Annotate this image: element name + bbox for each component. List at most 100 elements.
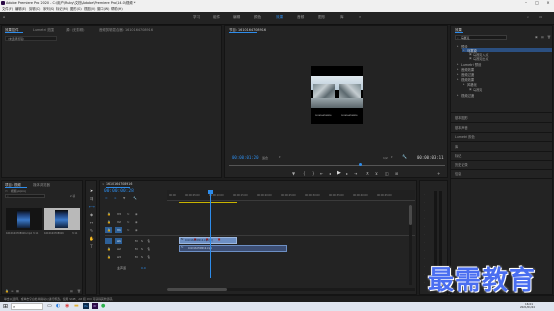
section-essential-sound[interactable]: 基本声音 [455,125,468,130]
source-patch-a1[interactable] [105,238,112,244]
section-history[interactable]: 历史记录 [455,162,468,167]
project-clip-name[interactable]: 1610164708916.mp4 [6,232,32,235]
section-lumetri-color[interactable]: Lumetri 颜色 [455,134,475,139]
track-label[interactable]: A1 [117,239,121,243]
tab-lumetri-scopes[interactable]: Lumetri 范围 [33,27,54,32]
mute-button[interactable]: M [135,255,138,259]
track-label[interactable]: A2 [117,247,121,251]
effects-search-input[interactable]: 马赛克 [461,36,469,40]
solo-button[interactable]: S [141,247,143,251]
timeline-sequence-title[interactable]: 1610164708916 [106,182,132,186]
solo-button[interactable]: S [141,239,143,243]
lock-icon[interactable]: 🔒 [107,247,111,251]
tab-audio-clip-mixer[interactable]: 音频剪辑混合器: 1610164708916 [99,27,153,32]
lock-icon[interactable]: 🔒 [5,289,9,293]
vertical-scrollbar[interactable] [409,205,412,285]
master-volume-value[interactable]: 0.0 [141,266,146,270]
track-label[interactable]: A3 [117,255,121,259]
delete-icon[interactable]: 🗑 [77,289,81,293]
effects-mosaic[interactable]: 马赛克 [469,87,482,92]
playhead-handle[interactable] [208,190,213,194]
delete-icon[interactable]: 🗑 [547,35,551,39]
project-sequence-name[interactable]: 1610164708916 [44,232,64,235]
workspace-editing[interactable]: 编辑 [233,15,240,20]
lock-icon[interactable]: 🔒 [107,228,111,232]
hand-tool-icon[interactable]: ✋ [89,236,94,241]
file-explorer-icon[interactable]: ▬ [74,302,79,311]
add-marker-icon[interactable]: ▼ [123,196,125,200]
eye-icon[interactable]: ◉ [135,220,138,224]
track-label[interactable]: V2 [117,220,121,224]
workspace-learning[interactable]: 学习 [193,15,200,20]
fit-dropdown[interactable]: 适合 [262,156,268,160]
track-label[interactable]: V1 [117,228,121,232]
selection-tool-icon[interactable]: ➤ [89,188,94,193]
pen-tool-icon[interactable]: ✎ [89,228,94,233]
effects-search-box[interactable]: ⌕ 马赛克 [455,35,507,40]
tab-media-browser[interactable]: 媒体浏览器 [33,182,50,187]
horizontal-scrollbar[interactable] [167,288,415,291]
eye-icon[interactable]: ◉ [135,228,138,232]
slip-tool-icon[interactable]: ↔ [89,220,94,225]
workspace-menu-icon[interactable]: » [359,15,361,19]
premiere-pro-icon[interactable]: Pr [92,303,98,309]
project-search-box[interactable]: ⌕ [5,194,45,198]
type-tool-icon[interactable]: T [89,244,94,249]
new-item-icon[interactable]: ▤ [541,35,544,39]
scrollbar-thumb[interactable] [167,288,227,291]
section-essential-graphics[interactable]: 基本图形 [455,115,468,120]
section-markers[interactable]: 标记 [455,153,461,158]
workspace-audio[interactable]: 音频 [297,15,304,20]
comparison-view-icon[interactable]: ⊞ [395,171,398,176]
chrome-icon[interactable]: ◉ [65,302,69,311]
playhead-marker[interactable] [359,163,362,166]
taskbar-search-box[interactable]: ⌕ [11,303,43,310]
notification-icon[interactable]: ▭ [539,15,542,19]
edge-icon[interactable]: ◐ [56,302,60,311]
photoshop-icon[interactable]: Ps [83,303,89,309]
playback-scrubber[interactable] [229,165,445,166]
play-icon[interactable]: ▶ [337,170,341,176]
razor-tool-icon[interactable]: ◆ [89,212,94,217]
new-bin-icon[interactable]: ▣ [535,35,538,39]
mark-out-icon[interactable]: } [312,171,315,176]
program-timecode[interactable]: 00:00:01:20 [232,155,259,160]
mute-button[interactable]: M [135,239,138,243]
extract-icon[interactable]: ⊻ [375,171,378,176]
settings-icon[interactable]: 🔧 [133,196,137,200]
quality-dropdown[interactable]: 1/2 [383,156,388,160]
sync-lock-icon[interactable]: ⇋ [127,220,130,224]
go-to-out-icon[interactable]: ⇥ [354,171,357,176]
chevron-down-icon[interactable]: ▾ [279,155,281,159]
scrollbar-thumb[interactable] [409,205,412,225]
settings-icon[interactable]: 🔧 [402,154,407,159]
snap-icon[interactable]: ⊃ [105,196,108,200]
track-label[interactable]: V3 [117,212,121,216]
sync-lock-icon[interactable]: ⇋ [127,212,130,216]
mark-in-icon[interactable]: { [303,171,306,176]
new-item-icon[interactable]: ▤ [70,289,73,293]
export-frame-icon[interactable]: ◫ [385,171,389,176]
linked-selection-icon[interactable]: ∞ [114,196,117,200]
audio-clip[interactable]: fx 1610164708916.mp4 [179,245,287,252]
list-view-icon[interactable]: ≡ [11,289,14,293]
ripple-edit-tool-icon[interactable]: ⟷ [89,204,95,209]
eye-icon[interactable]: ◉ [135,212,138,216]
lift-icon[interactable]: ⊼ [366,171,369,176]
workspace-graphics[interactable]: 图形 [318,15,325,20]
mute-button[interactable]: M [135,247,138,251]
timeline-playhead[interactable] [210,193,211,278]
section-libraries[interactable]: 库 [455,144,458,149]
step-back-icon[interactable]: ◂ [329,171,331,176]
button-editor-icon[interactable]: + [437,171,440,176]
workspace-libraries[interactable]: 库 [340,15,344,20]
timeline-timecode[interactable]: 00:00:00:28 [104,189,134,194]
step-forward-icon[interactable]: ▸ [346,171,348,176]
task-view-icon[interactable]: ▭ [47,302,52,311]
home-icon[interactable]: ⌂ [3,15,5,19]
go-to-in-icon[interactable]: ⇤ [320,171,323,176]
track-select-tool-icon[interactable]: ⇶ [89,196,94,201]
workspace-assembly[interactable]: 组件 [213,15,220,20]
sync-lock-icon[interactable]: ⇋ [127,228,130,232]
lock-icon[interactable]: 🔒 [107,212,111,216]
